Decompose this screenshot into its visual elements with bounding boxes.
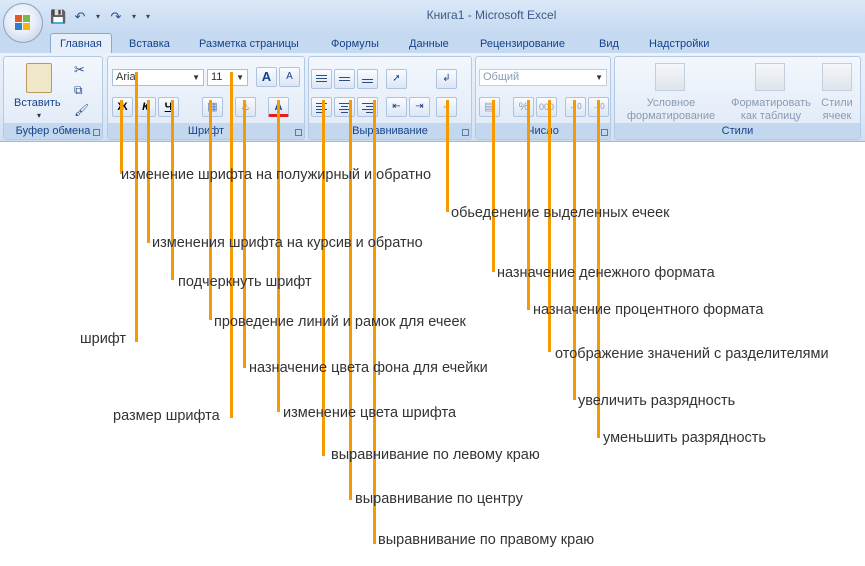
annotation-font: шрифт (80, 331, 127, 347)
borders-button[interactable]: ▦ (202, 97, 223, 117)
align-right-icon (362, 103, 373, 115)
increase-indent-icon: ⇥ (415, 101, 424, 112)
align-bottom-icon (362, 79, 373, 85)
ribbon-tabs: Главная Вставка Разметка страницы Формул… (0, 33, 865, 54)
styles-group-label: Стили (615, 123, 860, 139)
leader-bold (120, 100, 123, 174)
align-bottom-button[interactable] (357, 69, 378, 89)
copy-icon[interactable]: ⧉ (74, 83, 83, 98)
chevron-down-icon[interactable]: ▼ (236, 70, 244, 85)
annotation-borders: проведение линий и рамок для ечеек (214, 314, 466, 330)
grow-font-button[interactable]: A (256, 67, 277, 87)
align-middle-button[interactable] (334, 69, 355, 89)
wrap-text-button[interactable]: ↲ (436, 69, 457, 89)
paste-icon[interactable] (26, 63, 52, 93)
tab-insert[interactable]: Вставка (129, 35, 170, 53)
number-format-combo[interactable]: Общий ▼ (479, 69, 607, 86)
thousands-icon: 000 (538, 102, 555, 112)
clipboard-launcher-icon[interactable] (93, 129, 100, 136)
cut-icon[interactable]: ✂ (74, 62, 85, 78)
paste-dropdown-icon[interactable]: ▾ (37, 111, 41, 120)
conditional-formatting-label[interactable]: Условное форматирование (615, 97, 727, 123)
annotation-align-left: выравнивание по левому краю (331, 447, 540, 463)
annotation-font-color: изменение цвета шрифта (283, 405, 457, 421)
annotation-decrease-decimal: уменьшить разрядность (603, 430, 766, 446)
leader-currency (492, 100, 495, 272)
shrink-font-icon: A (286, 71, 293, 82)
paste-button-label[interactable]: Вставить (14, 97, 61, 109)
tab-home[interactable]: Главная (50, 33, 112, 54)
underline-button[interactable]: Ч (158, 97, 179, 117)
annotation-align-right: выравнивание по правому краю (378, 532, 595, 548)
align-top-icon (316, 75, 327, 84)
tab-page-layout[interactable]: Разметка страницы (199, 35, 299, 53)
orientation-button[interactable]: ➚ (386, 69, 407, 89)
format-as-table-label[interactable]: Форматировать как таблицу (725, 97, 817, 123)
office-logo-icon (15, 15, 31, 31)
leader-underline (171, 100, 174, 280)
number-launcher-icon[interactable] (601, 129, 608, 136)
format-painter-icon[interactable]: 🖌 (74, 103, 89, 117)
annotation-increase-decimal: увеличить разрядность (578, 393, 736, 409)
window-title: Книга1 - Microsoft Excel (426, 8, 557, 22)
decrease-indent-button[interactable]: ⇤ (386, 97, 407, 117)
tab-view[interactable]: Вид (599, 35, 619, 53)
annotation-percent: назначение процентного формата (533, 302, 764, 318)
annotation-currency: назначение денежного формата (497, 265, 715, 281)
orientation-icon: ➚ (392, 73, 401, 84)
styles-group: Условное форматирование Форматировать ка… (614, 56, 861, 140)
number-group: Общий▼ ▤ % 000 ←0 →0 Число (475, 56, 611, 140)
clipboard-group: Вставить ▾ ✂ ⧉ 🖌 Буфер обмена (3, 56, 103, 140)
annotation-underline: подчеркнуть шрифт (178, 274, 312, 290)
align-top-button[interactable] (311, 69, 332, 89)
shrink-font-button[interactable]: A (279, 67, 300, 87)
annotation-thousands: отображение значений с разделителями (555, 346, 829, 362)
ribbon: Вставить ▾ ✂ ⧉ 🖌 Буфер обмена Arial ▼ 11 ▼… (0, 53, 865, 142)
alignment-launcher-icon[interactable] (462, 129, 469, 136)
wrap-text-icon: ↲ (442, 73, 451, 84)
annotation-fill: назначение цвета фона для ечейки (249, 360, 488, 376)
italic-button[interactable]: К (135, 97, 156, 117)
annotation-italic: изменения шрифта на курсив и обратно (152, 235, 423, 251)
align-middle-icon (339, 77, 350, 83)
cell-styles-icon[interactable] (822, 63, 852, 91)
font-name-combo[interactable]: Arial ▼ (112, 69, 204, 86)
increase-indent-button[interactable]: ⇥ (409, 97, 430, 117)
annotation-bold: изменение шрифта на полужирный и обратно (121, 167, 432, 183)
tab-review[interactable]: Рецензирование (480, 35, 565, 53)
percent-format-button[interactable]: % (513, 97, 534, 117)
number-format-value: Общий (483, 71, 520, 83)
leader-merge (446, 100, 449, 212)
leader-align-left (322, 100, 325, 456)
tab-addins[interactable]: Надстройки (649, 35, 709, 53)
chevron-down-icon[interactable]: ▼ (192, 70, 200, 85)
cell-styles-label[interactable]: Стили ячеек (815, 97, 859, 123)
thousands-separator-button[interactable]: 000 (536, 97, 557, 117)
annotation-align-center: выравнивание по центру (355, 491, 523, 507)
format-as-table-icon[interactable] (755, 63, 785, 91)
leader-align-center (349, 100, 352, 500)
tab-data[interactable]: Данные (409, 35, 449, 53)
number-group-label: Число (476, 123, 610, 139)
decrease-indent-icon: ⇤ (392, 101, 401, 112)
font-launcher-icon[interactable] (295, 129, 302, 136)
grow-font-icon: A (261, 69, 272, 84)
tab-formulas[interactable]: Формулы (331, 35, 379, 53)
title-bar: 💾 ↶ ▾ ↷ ▾ ▾ Книга1 - Microsoft Excel (0, 0, 865, 33)
font-size-combo[interactable]: 11 ▼ (207, 69, 248, 86)
annotation-font-size: размер шрифта (113, 408, 220, 424)
clipboard-group-label: Буфер обмена (4, 123, 102, 139)
office-button[interactable] (3, 3, 43, 43)
font-size-value: 11 (211, 71, 223, 83)
leader-font (135, 72, 138, 342)
conditional-formatting-icon[interactable] (655, 63, 685, 91)
annotation-merge: обьеденение выделенных ечеек (451, 205, 670, 221)
chevron-down-icon[interactable]: ▼ (595, 70, 603, 85)
currency-format-button[interactable]: ▤ (479, 97, 500, 117)
